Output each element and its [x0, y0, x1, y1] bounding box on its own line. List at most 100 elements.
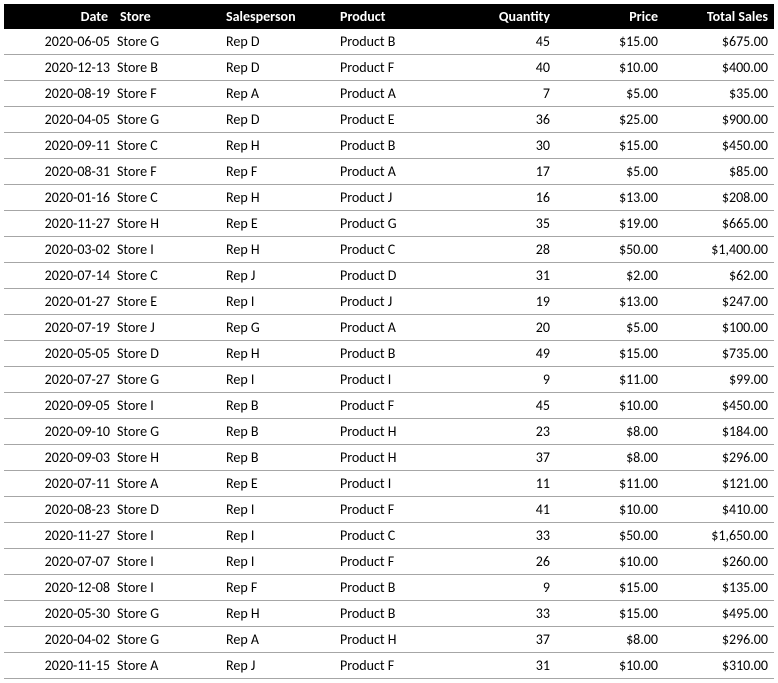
- cell-total-sales: $296.00: [664, 445, 774, 471]
- cell-store: Store C: [114, 133, 220, 159]
- cell-price: $5.00: [556, 315, 664, 341]
- cell-salesperson: Rep H: [220, 601, 334, 627]
- table-row: 2020-09-05Store IRep BProduct F45$10.00$…: [4, 393, 774, 419]
- cell-price: $15.00: [556, 29, 664, 55]
- cell-salesperson: Rep H: [220, 133, 334, 159]
- cell-price: $5.00: [556, 159, 664, 185]
- table-row: 2020-07-11Store ARep EProduct I11$11.00$…: [4, 471, 774, 497]
- cell-total-sales: $400.00: [664, 55, 774, 81]
- table-row: 2020-12-08Store IRep FProduct B9$15.00$1…: [4, 575, 774, 601]
- cell-total-sales: $450.00: [664, 393, 774, 419]
- table-row: 2020-05-05Store DRep HProduct B49$15.00$…: [4, 341, 774, 367]
- cell-quantity: 28: [448, 237, 556, 263]
- cell-quantity: 17: [448, 159, 556, 185]
- cell-product: Product F: [334, 55, 448, 81]
- cell-date: 2020-11-15: [4, 653, 114, 679]
- cell-store: Store G: [114, 29, 220, 55]
- table-row: 2020-09-11Store CRep HProduct B30$15.00$…: [4, 133, 774, 159]
- cell-price: $2.00: [556, 263, 664, 289]
- cell-total-sales: $62.00: [664, 263, 774, 289]
- cell-product: Product B: [334, 133, 448, 159]
- cell-product: Product J: [334, 185, 448, 211]
- cell-price: $13.00: [556, 185, 664, 211]
- cell-quantity: 36: [448, 107, 556, 133]
- cell-total-sales: $260.00: [664, 549, 774, 575]
- cell-quantity: 45: [448, 29, 556, 55]
- table-row: 2020-04-05Store GRep DProduct E36$25.00$…: [4, 107, 774, 133]
- cell-quantity: 9: [448, 367, 556, 393]
- cell-price: $15.00: [556, 601, 664, 627]
- cell-quantity: 23: [448, 419, 556, 445]
- table-row: 2020-07-27Store GRep IProduct I9$11.00$9…: [4, 367, 774, 393]
- table-row: 2020-09-03Store HRep BProduct H37$8.00$2…: [4, 445, 774, 471]
- cell-store: Store A: [114, 653, 220, 679]
- cell-total-sales: $665.00: [664, 211, 774, 237]
- cell-date: 2020-07-11: [4, 471, 114, 497]
- cell-total-sales: $184.00: [664, 419, 774, 445]
- cell-salesperson: Rep H: [220, 185, 334, 211]
- cell-store: Store G: [114, 367, 220, 393]
- header-date: Date: [4, 4, 114, 29]
- cell-date: 2020-09-03: [4, 445, 114, 471]
- cell-store: Store G: [114, 419, 220, 445]
- cell-date: 2020-05-05: [4, 341, 114, 367]
- cell-date: 2020-11-27: [4, 523, 114, 549]
- cell-salesperson: Rep J: [220, 263, 334, 289]
- cell-product: Product B: [334, 341, 448, 367]
- cell-quantity: 41: [448, 497, 556, 523]
- cell-total-sales: $99.00: [664, 367, 774, 393]
- cell-price: $5.00: [556, 81, 664, 107]
- cell-price: $8.00: [556, 445, 664, 471]
- cell-total-sales: $495.00: [664, 601, 774, 627]
- cell-quantity: 11: [448, 471, 556, 497]
- header-total-sales: Total Sales: [664, 4, 774, 29]
- cell-store: Store B: [114, 55, 220, 81]
- cell-quantity: 31: [448, 263, 556, 289]
- cell-product: Product J: [334, 289, 448, 315]
- cell-date: 2020-01-27: [4, 289, 114, 315]
- table-row: 2020-01-27Store ERep IProduct J19$13.00$…: [4, 289, 774, 315]
- cell-price: $50.00: [556, 237, 664, 263]
- cell-store: Store H: [114, 445, 220, 471]
- table-row: 2020-08-19Store FRep AProduct A7$5.00$35…: [4, 81, 774, 107]
- cell-salesperson: Rep I: [220, 367, 334, 393]
- cell-salesperson: Rep A: [220, 627, 334, 653]
- cell-product: Product A: [334, 159, 448, 185]
- cell-store: Store G: [114, 107, 220, 133]
- table-row: 2020-06-05Store GRep DProduct B45$15.00$…: [4, 29, 774, 55]
- cell-total-sales: $1,650.00: [664, 523, 774, 549]
- cell-product: Product D: [334, 263, 448, 289]
- cell-total-sales: $85.00: [664, 159, 774, 185]
- cell-quantity: 33: [448, 601, 556, 627]
- cell-salesperson: Rep I: [220, 289, 334, 315]
- table-row: 2020-09-10Store GRep BProduct H23$8.00$1…: [4, 419, 774, 445]
- cell-product: Product H: [334, 445, 448, 471]
- cell-date: 2020-07-19: [4, 315, 114, 341]
- table-row: 2020-11-15Store ARep JProduct F31$10.00$…: [4, 653, 774, 679]
- cell-salesperson: Rep B: [220, 393, 334, 419]
- cell-total-sales: $135.00: [664, 575, 774, 601]
- cell-total-sales: $450.00: [664, 133, 774, 159]
- table-row: 2020-07-14Store CRep JProduct D31$2.00$6…: [4, 263, 774, 289]
- cell-total-sales: $296.00: [664, 627, 774, 653]
- cell-salesperson: Rep I: [220, 523, 334, 549]
- cell-store: Store I: [114, 393, 220, 419]
- cell-salesperson: Rep E: [220, 471, 334, 497]
- cell-salesperson: Rep F: [220, 159, 334, 185]
- cell-price: $10.00: [556, 55, 664, 81]
- cell-total-sales: $310.00: [664, 653, 774, 679]
- cell-price: $8.00: [556, 627, 664, 653]
- cell-store: Store D: [114, 497, 220, 523]
- cell-salesperson: Rep I: [220, 549, 334, 575]
- cell-product: Product A: [334, 81, 448, 107]
- cell-product: Product I: [334, 367, 448, 393]
- table-row: 2020-07-19Store JRep GProduct A20$5.00$1…: [4, 315, 774, 341]
- cell-product: Product A: [334, 315, 448, 341]
- cell-total-sales: $247.00: [664, 289, 774, 315]
- cell-store: Store I: [114, 523, 220, 549]
- cell-quantity: 26: [448, 549, 556, 575]
- cell-date: 2020-08-23: [4, 497, 114, 523]
- cell-date: 2020-08-19: [4, 81, 114, 107]
- cell-product: Product F: [334, 653, 448, 679]
- cell-total-sales: $121.00: [664, 471, 774, 497]
